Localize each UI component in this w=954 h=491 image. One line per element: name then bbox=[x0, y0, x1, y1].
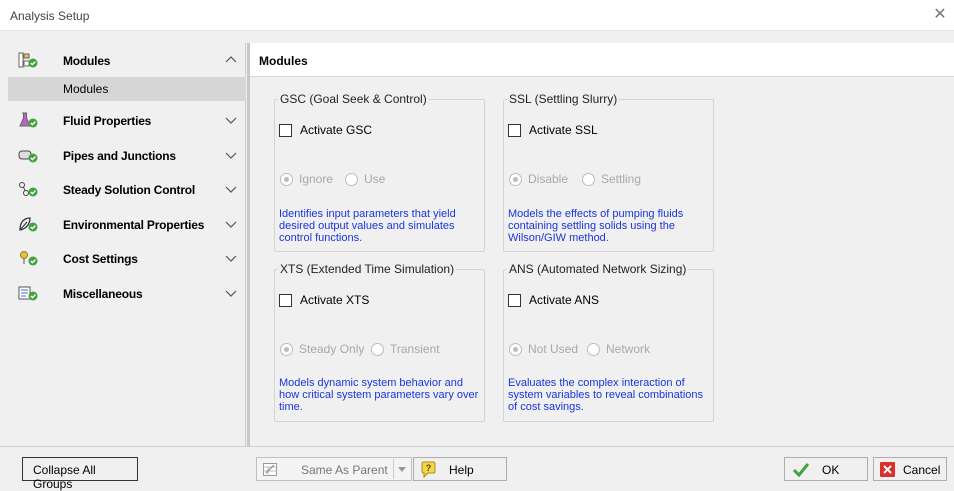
chevron-down-icon[interactable] bbox=[224, 113, 238, 127]
cancel-label: Cancel bbox=[903, 463, 941, 477]
sidebar-group-label: Modules bbox=[63, 54, 111, 68]
ok-button[interactable]: OK bbox=[784, 457, 868, 481]
sidebar-group-fluid-properties[interactable]: Fluid Properties bbox=[8, 103, 246, 137]
chevron-up-icon[interactable] bbox=[224, 53, 238, 67]
table-icon bbox=[263, 463, 277, 476]
ssl-panel: SSL (Settling Slurry) Activate SSL Disab… bbox=[503, 92, 714, 252]
xts-legend: XTS (Extended Time Simulation) bbox=[280, 262, 455, 276]
gsc-panel: GSC (Goal Seek & Control) Activate GSC I… bbox=[274, 92, 485, 252]
activate-ans-checkbox[interactable] bbox=[508, 294, 521, 307]
same-as-parent-dropdown[interactable]: Same As Parent bbox=[256, 457, 412, 481]
miscellaneous-icon bbox=[18, 286, 38, 301]
ssl-settling-label: Settling bbox=[601, 172, 642, 186]
chevron-down-icon[interactable] bbox=[224, 182, 238, 196]
xts-description: Models dynamic system behavior and how c… bbox=[279, 377, 479, 413]
gsc-ignore-radio bbox=[280, 173, 293, 186]
xts-steady-only-radio bbox=[280, 343, 293, 356]
xts-panel: XTS (Extended Time Simulation) Activate … bbox=[274, 262, 485, 422]
pipes-icon bbox=[18, 150, 38, 163]
ssl-settling-radio bbox=[582, 173, 595, 186]
modules-icon bbox=[18, 52, 38, 68]
sidebar-group-label: Steady Solution Control bbox=[63, 183, 196, 197]
gsc-use-label: Use bbox=[364, 172, 386, 186]
xts-steady-only-label: Steady Only bbox=[299, 342, 365, 356]
xts-transient-radio bbox=[371, 343, 384, 356]
cancel-button[interactable]: Cancel bbox=[873, 457, 947, 481]
ans-network-label: Network bbox=[606, 342, 651, 356]
ssl-description: Models the effects of pumping fluids con… bbox=[508, 208, 684, 244]
fluid-properties-icon bbox=[19, 112, 38, 128]
cancel-icon bbox=[880, 462, 895, 477]
sidebar-group-steady-solution-control[interactable]: Steady Solution Control bbox=[8, 172, 246, 206]
main-panel: Modules GSC (Goal Seek & Control) Activa… bbox=[250, 43, 954, 446]
environmental-icon bbox=[19, 217, 38, 232]
chevron-down-icon[interactable] bbox=[224, 286, 238, 300]
window-title: Analysis Setup bbox=[10, 9, 90, 23]
sidebar-group-label: Environmental Properties bbox=[63, 218, 205, 232]
dropdown-divider bbox=[393, 459, 394, 479]
sidebar-group-environmental-properties[interactable]: Environmental Properties bbox=[8, 207, 246, 241]
sidebar-group-label: Miscellaneous bbox=[63, 287, 143, 301]
sidebar-group-miscellaneous[interactable]: Miscellaneous bbox=[8, 276, 246, 310]
activate-xts-label[interactable]: Activate XTS bbox=[300, 293, 369, 307]
sidebar-group-label: Cost Settings bbox=[63, 252, 138, 266]
activate-ans-label[interactable]: Activate ANS bbox=[529, 293, 599, 307]
close-icon[interactable]: ✕ bbox=[928, 4, 952, 26]
ssl-disable-radio bbox=[509, 173, 522, 186]
steady-solution-icon bbox=[19, 182, 38, 197]
chevron-down-icon[interactable] bbox=[224, 251, 238, 265]
same-as-parent-label: Same As Parent bbox=[301, 463, 388, 477]
gsc-description: Identifies input parameters that yield d… bbox=[279, 208, 456, 244]
sidebar-item-modules[interactable]: Modules bbox=[8, 77, 246, 101]
ans-description: Evaluates the complex interaction of sys… bbox=[508, 377, 704, 413]
chevron-down-icon[interactable] bbox=[398, 467, 406, 473]
sidebar-group-pipes-and-junctions[interactable]: Pipes and Junctions bbox=[8, 138, 246, 172]
svg-text:?: ? bbox=[426, 463, 432, 473]
main-header: Modules bbox=[250, 43, 954, 77]
activate-ssl-checkbox[interactable] bbox=[508, 124, 521, 137]
help-icon: ? bbox=[421, 461, 436, 478]
chevron-down-icon[interactable] bbox=[224, 217, 238, 231]
ans-not-used-radio bbox=[509, 343, 522, 356]
gsc-legend: GSC (Goal Seek & Control) bbox=[280, 92, 427, 106]
activate-gsc-label[interactable]: Activate GSC bbox=[300, 123, 372, 137]
activate-xts-checkbox[interactable] bbox=[279, 294, 292, 307]
ans-network-radio bbox=[587, 343, 600, 356]
page-title: Modules bbox=[259, 54, 308, 68]
checkmark-icon bbox=[793, 463, 809, 477]
gsc-ignore-label: Ignore bbox=[299, 172, 334, 186]
activate-gsc-checkbox[interactable] bbox=[279, 124, 292, 137]
activate-ssl-label[interactable]: Activate SSL bbox=[529, 123, 598, 137]
collapse-all-groups-button[interactable]: Collapse All Groups bbox=[22, 457, 138, 491]
sidebar-group-label: Fluid Properties bbox=[63, 114, 152, 128]
help-label: Help bbox=[449, 463, 474, 477]
ans-not-used-label: Not Used bbox=[528, 342, 579, 356]
sidebar-group-cost-settings[interactable]: Cost Settings bbox=[8, 241, 246, 275]
title-bar: Analysis Setup ✕ bbox=[0, 0, 954, 31]
chevron-down-icon[interactable] bbox=[224, 148, 238, 162]
ok-label: OK bbox=[822, 463, 840, 477]
sidebar: Modules Modules Fluid Properties Pipes a… bbox=[8, 43, 246, 446]
ssl-legend: SSL (Settling Slurry) bbox=[509, 92, 618, 106]
ans-panel: ANS (Automated Network Sizing) Activate … bbox=[503, 262, 714, 422]
collapse-all-groups-label: Collapse All Groups bbox=[33, 463, 96, 491]
sidebar-item-label: Modules bbox=[63, 82, 109, 96]
xts-transient-label: Transient bbox=[390, 342, 440, 356]
help-button[interactable]: ? Help bbox=[413, 457, 507, 481]
sidebar-group-modules[interactable]: Modules bbox=[8, 43, 246, 77]
ssl-disable-label: Disable bbox=[528, 172, 569, 186]
gsc-use-radio bbox=[345, 173, 358, 186]
cost-settings-icon bbox=[20, 251, 38, 266]
ans-legend: ANS (Automated Network Sizing) bbox=[509, 262, 687, 276]
footer-divider bbox=[0, 446, 954, 447]
sidebar-group-label: Pipes and Junctions bbox=[63, 149, 176, 163]
